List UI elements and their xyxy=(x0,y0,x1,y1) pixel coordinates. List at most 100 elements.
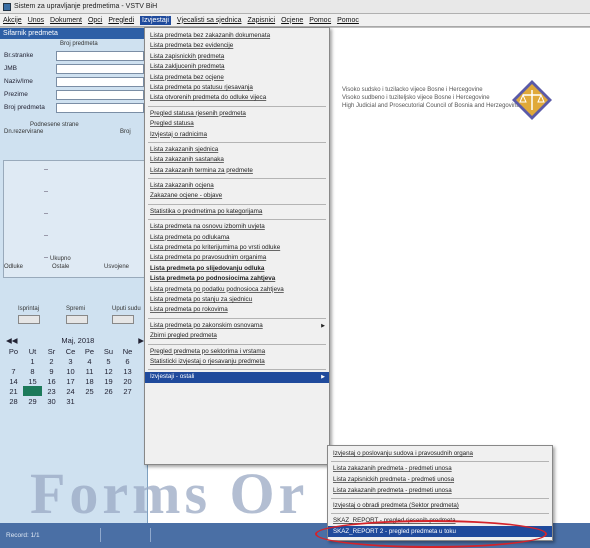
calendar-day[interactable]: 29 xyxy=(23,396,42,406)
calendar-day[interactable]: 26 xyxy=(99,386,118,396)
calendar-day[interactable]: 16 xyxy=(42,376,61,386)
field-input[interactable] xyxy=(56,64,144,74)
field-label: Naziv/Ime xyxy=(4,78,33,85)
menu-0[interactable]: Akcije xyxy=(3,17,22,24)
calendar-day[interactable]: 25 xyxy=(80,386,99,396)
calendar-day[interactable]: 20 xyxy=(118,376,137,386)
calendar-day[interactable]: 14 xyxy=(4,376,23,386)
submenu-item[interactable]: Izvjestaj o poslovanju sudova i pravosud… xyxy=(328,448,552,459)
calendar-day[interactable]: 15 xyxy=(23,376,42,386)
calendar-day[interactable]: 5 xyxy=(99,356,118,366)
reports-menu-item[interactable]: Pregled statusa xyxy=(145,119,329,129)
calendar-day[interactable]: 18 xyxy=(80,376,99,386)
reports-menu-item[interactable]: Pregled statusa rjesenih predmeta xyxy=(145,109,329,119)
reports-menu-item[interactable]: Statistika o predmetima po kategorijama xyxy=(145,207,329,217)
calendar-day[interactable]: 2 xyxy=(42,356,61,366)
reports-menu-item[interactable]: Lista zakljucenih predmeta xyxy=(145,62,329,72)
calendar-day[interactable]: 17 xyxy=(61,376,80,386)
reports-menu-item[interactable]: Lista predmeta bez evidencije xyxy=(145,41,329,51)
calendar-day[interactable]: 1 xyxy=(23,356,42,366)
submenu-item[interactable]: Lista zapisnickih predmeta - predmeti un… xyxy=(328,474,552,485)
reports-menu-item[interactable]: Lista predmeta bez ocjene xyxy=(145,73,329,83)
sub-label-3: Broj xyxy=(120,129,131,135)
submenu-item[interactable]: Lista zakazanih predmeta - predmeti unos… xyxy=(328,485,552,496)
submenu-item[interactable]: SKAZ_REPORT 2 - pregled predmeta u toku xyxy=(328,526,552,537)
field-input[interactable] xyxy=(56,90,144,100)
reports-menu-item[interactable]: Lista predmeta bez zakazanih dokumenata xyxy=(145,31,329,41)
reports-menu-item[interactable]: Lista predmeta po slijedovanju odluka xyxy=(145,264,329,274)
reports-menu-item[interactable]: Lista predmeta po statusu rjesavanja xyxy=(145,83,329,93)
calendar-day[interactable]: 9 xyxy=(42,366,61,376)
calendar-day[interactable]: 19 xyxy=(99,376,118,386)
calendar-day[interactable]: 22 xyxy=(23,386,42,396)
menu-4[interactable]: Pregledi xyxy=(108,17,134,24)
button-label-2: Spremi xyxy=(66,306,86,312)
calendar-day[interactable]: 7 xyxy=(4,366,23,376)
calendar-day[interactable]: 13 xyxy=(118,366,137,376)
calendar-day[interactable]: 6 xyxy=(118,356,137,366)
reports-menu-item[interactable]: Izvjestaj o radnicima xyxy=(145,130,329,140)
field-label: JMB xyxy=(4,65,17,72)
reports-menu-item[interactable]: Lista predmeta po podnosiocima zahtjeva xyxy=(145,274,329,284)
calendar-day[interactable]: 28 xyxy=(4,396,23,406)
send-button[interactable] xyxy=(112,315,134,324)
button-label-3: Uputi sudu xyxy=(112,306,141,312)
field-input[interactable] xyxy=(56,51,144,61)
calendar-prev-icon[interactable]: ◀◀ xyxy=(6,336,18,345)
menu-5[interactable]: Izvjestaji xyxy=(140,15,171,25)
list-divider xyxy=(44,235,48,236)
calendar-day[interactable]: 11 xyxy=(80,366,99,376)
reports-menu-item[interactable]: Lista predmeta po podatku podnosioca zah… xyxy=(145,285,329,295)
print-button[interactable] xyxy=(18,315,40,324)
reports-menu-item[interactable]: Zbirni pregled predmeta xyxy=(145,331,329,341)
reports-menu-item[interactable]: Statisticki izvjestaj o rjesavanju predm… xyxy=(145,357,329,367)
results-list[interactable] xyxy=(3,160,145,278)
save-button[interactable] xyxy=(66,315,88,324)
reports-menu-item[interactable]: Lista zakazanih termina za predmete xyxy=(145,166,329,176)
reports-menu-item[interactable]: Zakazane ocjene - objave xyxy=(145,191,329,201)
submenu-item[interactable]: SKAZ_REPORT - pregled rjesenih predmeta xyxy=(328,515,552,526)
calendar-day[interactable]: 24 xyxy=(61,386,80,396)
reports-menu-item[interactable]: Lista zakazanih sjednica xyxy=(145,145,329,155)
field-input[interactable] xyxy=(56,103,144,113)
reports-menu-item[interactable]: Pregled predmeta po sektorima i vrstama xyxy=(145,347,329,357)
bottom-label-ukupno: Ukupno xyxy=(50,256,71,262)
calendar-day xyxy=(80,396,99,406)
reports-menu-item[interactable]: Lista zapisnickih predmeta xyxy=(145,52,329,62)
calendar-day[interactable]: 12 xyxy=(99,366,118,376)
field-input[interactable] xyxy=(56,77,144,87)
reports-menu-item[interactable]: Lista predmeta na osnovu izbornih uvjeta xyxy=(145,222,329,232)
calendar-day[interactable]: 27 xyxy=(118,386,137,396)
reports-menu-item[interactable]: Lista predmeta po rokovima xyxy=(145,305,329,315)
reports-menu-item[interactable]: Lista predmeta po pravosudnim organima xyxy=(145,253,329,263)
calendar-day[interactable]: 3 xyxy=(61,356,80,366)
menu-2[interactable]: Dokument xyxy=(50,17,82,24)
submenu-item[interactable]: Lista zakazanih predmeta - predmeti unos… xyxy=(328,463,552,474)
reports-menu-item[interactable]: Lista predmeta po zakonskim osnovama xyxy=(145,321,329,331)
menu-7[interactable]: Zapisnici xyxy=(247,17,275,24)
reports-menu-item[interactable]: Lista zakazanih sastanaka xyxy=(145,155,329,165)
menu-8[interactable]: Ocjene xyxy=(281,17,303,24)
menu-10[interactable]: Pomoc xyxy=(337,17,359,24)
menu-1[interactable]: Unos xyxy=(28,17,44,24)
status-divider xyxy=(150,528,151,542)
menu-3[interactable]: Opci xyxy=(88,17,102,24)
list-divider xyxy=(44,257,48,258)
calendar-day[interactable]: 8 xyxy=(23,366,42,376)
menu-6[interactable]: Vjecalisti sa sjednica xyxy=(177,17,242,24)
calendar-day[interactable]: 31 xyxy=(61,396,80,406)
reports-menu-item[interactable]: Lista zakazanih ocjena xyxy=(145,181,329,191)
calendar-day[interactable]: 10 xyxy=(61,366,80,376)
calendar-day[interactable]: 30 xyxy=(42,396,61,406)
submenu-item[interactable]: Izvjestaj o obradi predmeta (Sektor pred… xyxy=(328,500,552,511)
reports-menu-item[interactable]: Izvjestaji - ostali xyxy=(145,372,329,383)
reports-menu-item[interactable]: Lista otvorenih predmeta do odluke vijec… xyxy=(145,93,329,103)
calendar-day[interactable]: 23 xyxy=(42,386,61,396)
reports-menu-item[interactable]: Lista predmeta po stanju za sjednicu xyxy=(145,295,329,305)
calendar-day[interactable]: 21 xyxy=(4,386,23,396)
reports-menu-item[interactable]: Lista predmeta po odlukama xyxy=(145,233,329,243)
menu-9[interactable]: Pomoc xyxy=(309,17,331,24)
weekday-label: Sr xyxy=(47,346,56,356)
reports-menu-item[interactable]: Lista predmeta po kriterijumima po vrsti… xyxy=(145,243,329,253)
calendar-day[interactable]: 4 xyxy=(80,356,99,366)
